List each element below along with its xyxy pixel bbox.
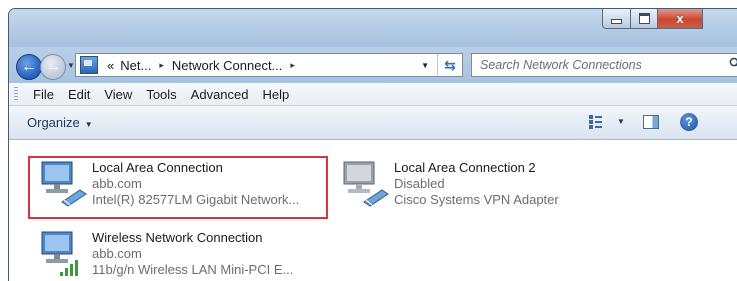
preview-pane-icon[interactable]	[643, 115, 659, 129]
connection-device: Cisco Systems VPN Adapter	[394, 192, 559, 208]
forward-arrow-icon: →	[45, 59, 61, 75]
connections-list: Local Area Connection abb.com Intel(R) 8…	[9, 140, 737, 281]
window-controls: x	[602, 9, 703, 29]
menu-view[interactable]: View	[97, 87, 139, 102]
breadcrumb-chevron-icon[interactable]: ▸	[285, 60, 300, 71]
refresh-button[interactable]: ⇆	[437, 54, 462, 76]
back-arrow-icon: ←	[21, 59, 37, 75]
search-input[interactable]	[472, 54, 737, 76]
address-dropdown-icon[interactable]: ▼	[421, 61, 429, 70]
back-button[interactable]: ←	[16, 54, 42, 80]
search-icon[interactable]	[729, 57, 737, 70]
menu-edit[interactable]: Edit	[61, 87, 97, 102]
maximize-button[interactable]	[631, 9, 658, 29]
menu-advanced[interactable]: Advanced	[184, 87, 256, 102]
close-icon: x	[676, 11, 683, 26]
connection-status: Disabled	[394, 176, 559, 192]
menu-bar: File Edit View Tools Advanced Help	[9, 83, 737, 106]
connection-text: Local Area Connection 2 Disabled Cisco S…	[390, 160, 559, 208]
recent-pages-dropdown[interactable]: ▼	[67, 61, 75, 70]
breadcrumb-network-connections[interactable]: Network Connect...	[169, 58, 286, 73]
organize-button[interactable]: Organize ▼	[27, 115, 93, 130]
connection-item-wireless[interactable]: Wireless Network Connection abb.com 11b/…	[34, 230, 293, 278]
breadcrumb-overflow[interactable]: «	[104, 58, 117, 73]
organize-label: Organize	[27, 115, 80, 130]
command-bar: Organize ▼ ▼ ?	[9, 106, 737, 140]
ethernet-adapter-disabled-icon	[336, 160, 390, 208]
connection-name: Wireless Network Connection	[92, 230, 293, 246]
change-view-icon[interactable]	[589, 115, 602, 129]
search-box[interactable]	[471, 53, 737, 77]
breadcrumb-network[interactable]: Net...	[117, 58, 154, 73]
connection-device: 11b/g/n Wireless LAN Mini-PCI E...	[92, 262, 293, 278]
view-options-dropdown-icon[interactable]: ▼	[617, 117, 625, 126]
control-panel-icon	[80, 56, 98, 74]
minimize-icon	[611, 19, 622, 24]
connection-text: Wireless Network Connection abb.com 11b/…	[88, 230, 293, 278]
title-bar[interactable]: x	[9, 9, 737, 47]
menu-file[interactable]: File	[26, 87, 61, 102]
breadcrumb-chevron-icon[interactable]: ▸	[154, 60, 169, 71]
address-bar[interactable]: « Net... ▸ Network Connect... ▸ ▼ ⇆	[75, 53, 463, 77]
menu-tools[interactable]: Tools	[139, 87, 183, 102]
minimize-button[interactable]	[602, 9, 631, 29]
navigation-bar: ← → ▼ « Net... ▸ Network Connect... ▸ ▼ …	[9, 47, 737, 83]
chevron-down-icon: ▼	[85, 120, 93, 129]
close-button[interactable]: x	[658, 9, 703, 29]
wireless-adapter-icon	[34, 230, 88, 278]
connection-name: Local Area Connection 2	[394, 160, 559, 176]
maximize-icon	[639, 13, 650, 24]
menu-grip	[14, 87, 18, 101]
explorer-window: x ← → ▼ « Net... ▸ Network Connect... ▸ …	[8, 8, 737, 281]
forward-button[interactable]: →	[40, 54, 66, 80]
help-icon[interactable]: ?	[680, 113, 698, 131]
connection-status: abb.com	[92, 246, 293, 262]
selection-highlight	[28, 156, 328, 219]
connection-item-local-area-2[interactable]: Local Area Connection 2 Disabled Cisco S…	[336, 160, 559, 208]
menu-help[interactable]: Help	[256, 87, 297, 102]
